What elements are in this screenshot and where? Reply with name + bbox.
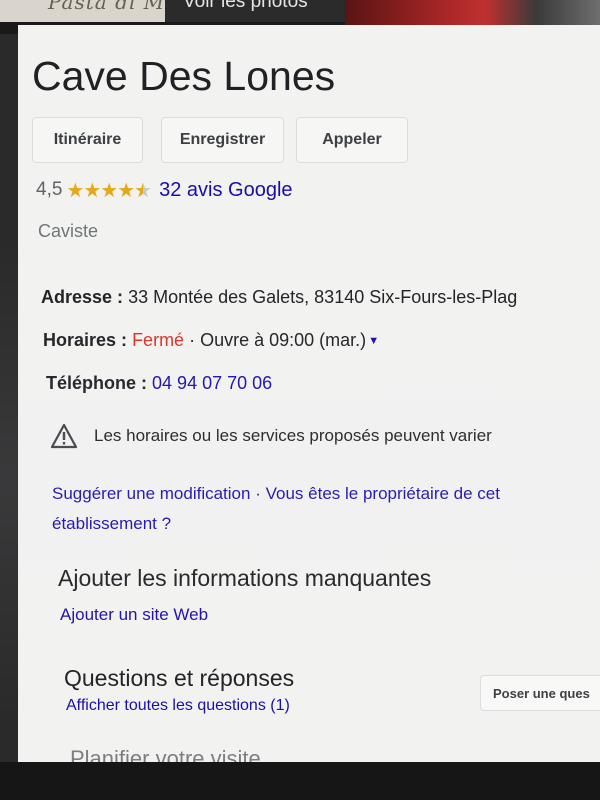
save-button[interactable]: Enregistrer — [161, 117, 284, 163]
knowledge-panel: Cave Des Lones Itinéraire Enregistrer Ap… — [18, 25, 600, 771]
monitor-bezel — [0, 762, 600, 800]
hours-label: Horaires : — [43, 330, 128, 350]
warning-icon — [50, 423, 78, 449]
rating-row: 4,5 ★★★★★ ★ 32 avis Google — [36, 177, 293, 203]
add-website-link[interactable]: Ajouter un site Web — [60, 605, 208, 625]
star-icon: ★ — [100, 179, 118, 202]
missing-info-heading: Ajouter les informations manquantes — [58, 565, 432, 591]
place-title: Cave Des Lones — [32, 53, 336, 99]
view-photos-overlay[interactable]: Voir les photos — [165, 0, 345, 22]
ask-question-button[interactable]: Poser une ques — [480, 675, 600, 711]
hours-separator: · — [189, 330, 196, 350]
suggest-edits: Suggérer une modification · Vous êtes le… — [52, 479, 600, 539]
suggest-edit-link[interactable]: Suggérer une modification — [52, 484, 250, 503]
hours-status: Fermé — [132, 330, 185, 350]
star-icon: ★ — [66, 179, 84, 202]
address-value[interactable]: 33 Montée des Galets, 83140 Six-Fours-le… — [128, 287, 517, 307]
star-rating: ★★★★★ ★ — [66, 178, 152, 203]
star-icon: ★ — [83, 179, 101, 202]
photo-thumbnail-2[interactable] — [345, 0, 600, 26]
hours-row[interactable]: Horaires : Fermé · Ouvre à 09:00 (mar.) ▼ — [43, 330, 379, 351]
view-photos-label: Voir les photos — [183, 0, 308, 12]
call-button[interactable]: Appeler — [296, 117, 408, 163]
notice-text: Les horaires ou les services proposés pe… — [94, 426, 492, 445]
address-label: Adresse : — [41, 287, 124, 307]
all-questions-link[interactable]: Afficher toutes les questions (1) — [66, 697, 290, 715]
place-category: Caviste — [38, 221, 99, 241]
half-star-icon: ★ ★ — [134, 179, 152, 202]
phone-label: Téléphone : — [46, 373, 148, 393]
suggest-separator: · — [255, 484, 261, 503]
hours-opens[interactable]: Ouvre à 09:00 (mar.) — [200, 330, 366, 350]
reviews-link[interactable]: 32 avis Google — [159, 179, 292, 202]
qa-heading: Questions et réponses — [64, 665, 295, 691]
address-row: Adresse : 33 Montée des Galets, 83140 Si… — [41, 287, 517, 308]
notice-row: Les horaires ou les services proposés pe… — [50, 423, 492, 449]
chevron-down-icon[interactable]: ▼ — [368, 335, 379, 347]
photo-thumbnail[interactable]: Pasta di M — [0, 0, 165, 22]
phone-row: Téléphone : 04 94 07 70 06 — [46, 373, 272, 394]
phone-link[interactable]: 04 94 07 70 06 — [152, 373, 272, 393]
directions-button[interactable]: Itinéraire — [32, 117, 143, 163]
rating-value: 4,5 — [36, 179, 63, 200]
star-icon: ★ — [117, 179, 135, 202]
photo-caption: Pasta di M — [48, 0, 165, 14]
